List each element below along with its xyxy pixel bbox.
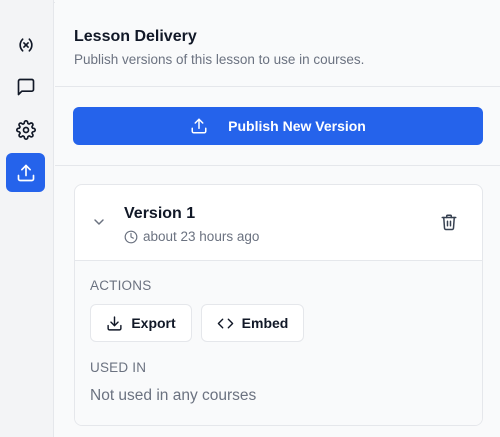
export-button[interactable]: Export — [90, 304, 192, 342]
page-title: Lesson Delivery — [74, 28, 197, 45]
code-icon — [217, 315, 242, 332]
variables-button[interactable] — [6, 25, 45, 64]
upload-icon — [190, 117, 228, 135]
publish-new-version-button[interactable]: Publish New Version — [73, 107, 483, 145]
publish-button-label: Publish New Version — [228, 118, 366, 134]
clock-icon — [124, 230, 143, 244]
embed-button-label: Embed — [241, 315, 289, 331]
version-timestamp: about 23 hours ago — [124, 229, 259, 244]
page-subtitle: Publish versions of this lesson to use i… — [74, 52, 365, 67]
used-in-label: USED IN — [90, 360, 147, 375]
gear-icon — [15, 119, 36, 140]
comments-button[interactable] — [6, 67, 45, 106]
panel-header: Lesson Delivery Publish versions of this… — [55, 4, 500, 87]
variables-icon — [16, 35, 36, 55]
export-button-label: Export — [131, 315, 176, 331]
used-in-value: Not used in any courses — [90, 387, 257, 404]
publish-section: Publish New Version — [55, 87, 500, 166]
download-icon — [106, 315, 131, 332]
publish-tab-button[interactable] — [6, 153, 45, 192]
version-time-text: about 23 hours ago — [143, 229, 260, 244]
upload-icon — [16, 163, 36, 183]
trash-icon[interactable] — [440, 213, 458, 231]
version-title: Version 1 — [124, 205, 196, 222]
actions-label: ACTIONS — [90, 278, 152, 293]
message-square-icon — [16, 77, 36, 97]
version-card: Version 1 about 23 hours ago ACTIONS Exp… — [74, 184, 483, 426]
sidebar-rail — [0, 0, 54, 437]
embed-button[interactable]: Embed — [201, 304, 304, 342]
version-card-body: ACTIONS Export Embed USED IN Not used in… — [75, 261, 482, 425]
settings-button[interactable] — [6, 110, 45, 149]
chevron-down-icon[interactable] — [91, 214, 107, 230]
version-card-header[interactable]: Version 1 about 23 hours ago — [75, 185, 482, 261]
main-panel: Lesson Delivery Publish versions of this… — [55, 0, 500, 437]
